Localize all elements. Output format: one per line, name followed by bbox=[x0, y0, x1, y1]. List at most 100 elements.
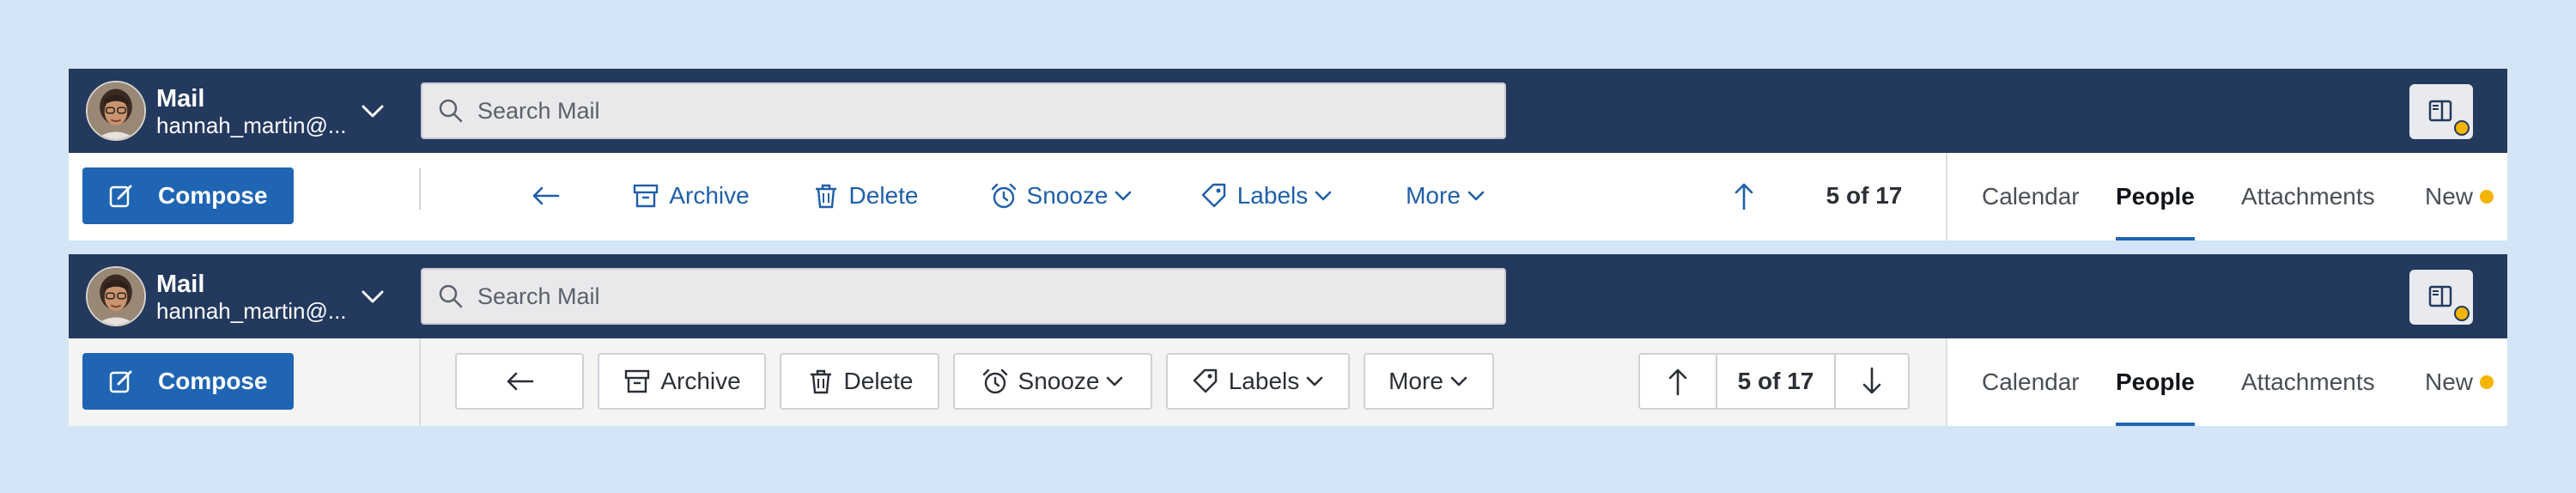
pager: 5 of 17 bbox=[1638, 353, 1910, 410]
side-panel-button[interactable] bbox=[2409, 270, 2473, 325]
arrow-left-icon bbox=[531, 181, 560, 210]
previous-message-button[interactable] bbox=[1714, 167, 1774, 224]
tab-attachments[interactable]: Attachments bbox=[2241, 338, 2375, 426]
side-panel-button[interactable] bbox=[2409, 84, 2473, 139]
account-menu-chevron-icon[interactable] bbox=[355, 280, 390, 314]
active-tab-indicator bbox=[2116, 423, 2195, 426]
search-input[interactable] bbox=[477, 283, 1422, 310]
compose-label: Compose bbox=[158, 182, 268, 209]
mail-toolbar-text-style: Mail hannah_martin@... Compose bbox=[69, 69, 2507, 240]
more-label: More bbox=[1406, 182, 1461, 209]
tag-icon bbox=[1200, 181, 1229, 210]
chevron-down-icon bbox=[1450, 372, 1469, 391]
side-panel-icon bbox=[2428, 285, 2452, 307]
divider bbox=[419, 338, 421, 426]
tag-icon bbox=[1191, 367, 1220, 396]
notification-dot bbox=[2454, 120, 2470, 136]
snooze-button[interactable]: Snooze bbox=[975, 167, 1147, 224]
more-button[interactable]: More bbox=[1379, 167, 1513, 224]
search-input[interactable] bbox=[477, 97, 1422, 125]
tab-label: People bbox=[2116, 368, 2195, 395]
tab-label: Attachments bbox=[2241, 183, 2375, 210]
tab-new[interactable]: New bbox=[2425, 153, 2494, 240]
side-tabs: Calendar People Attachments New bbox=[1946, 338, 2507, 426]
snooze-label: Snooze bbox=[1018, 368, 1100, 394]
tab-label: Calendar bbox=[1982, 183, 2080, 210]
arrow-left-icon bbox=[505, 367, 534, 396]
app-name: Mail bbox=[156, 85, 205, 113]
trash-icon bbox=[806, 367, 835, 396]
tab-label: People bbox=[2116, 183, 2195, 210]
archive-button[interactable]: Archive bbox=[598, 353, 766, 410]
previous-message-button[interactable] bbox=[1640, 355, 1716, 408]
message-position: 5 of 17 bbox=[1826, 182, 1903, 209]
app-header: Mail hannah_martin@... bbox=[69, 254, 2507, 338]
delete-label: Delete bbox=[843, 368, 914, 394]
delete-label: Delete bbox=[848, 182, 919, 209]
archive-label: Archive bbox=[669, 182, 750, 209]
chevron-down-icon bbox=[1115, 186, 1133, 205]
delete-button[interactable]: Delete bbox=[797, 167, 933, 224]
divider bbox=[1946, 153, 1947, 240]
tab-new[interactable]: New bbox=[2425, 338, 2494, 426]
trash-icon bbox=[811, 181, 841, 210]
archive-button[interactable]: Archive bbox=[618, 167, 762, 224]
new-badge-dot bbox=[2480, 375, 2494, 389]
labels-label: Labels bbox=[1228, 368, 1300, 394]
archive-icon bbox=[623, 367, 652, 396]
compose-button[interactable]: Compose bbox=[82, 167, 294, 224]
chevron-down-icon bbox=[1467, 186, 1486, 205]
tab-label: New bbox=[2425, 368, 2474, 395]
chevron-down-icon bbox=[1315, 186, 1334, 205]
side-tabs: Calendar People Attachments New bbox=[1946, 153, 2507, 240]
message-position: 5 of 17 bbox=[1737, 368, 1814, 394]
arrow-up-icon bbox=[1729, 181, 1759, 210]
account-email: hannah_martin@... bbox=[156, 298, 347, 324]
tab-calendar[interactable]: Calendar bbox=[1982, 338, 2080, 426]
delete-button[interactable]: Delete bbox=[780, 353, 939, 410]
alarm-clock-icon bbox=[989, 181, 1018, 210]
account-email: hannah_martin@... bbox=[156, 113, 347, 138]
back-button[interactable] bbox=[498, 167, 592, 224]
back-button[interactable] bbox=[455, 353, 584, 410]
search-icon bbox=[436, 282, 465, 311]
labels-button[interactable]: Labels bbox=[1166, 353, 1350, 410]
avatar[interactable] bbox=[86, 81, 146, 141]
divider bbox=[419, 168, 421, 210]
app-name: Mail bbox=[156, 271, 205, 298]
active-tab-indicator bbox=[2116, 237, 2195, 240]
alarm-clock-icon bbox=[981, 367, 1010, 396]
new-badge-dot bbox=[2480, 190, 2494, 204]
more-button[interactable]: More bbox=[1364, 353, 1494, 410]
tab-label: Calendar bbox=[1982, 368, 2080, 395]
tab-attachments[interactable]: Attachments bbox=[2241, 153, 2375, 240]
search-box[interactable] bbox=[421, 268, 1506, 325]
chevron-down-icon bbox=[1306, 372, 1325, 391]
labels-button[interactable]: Labels bbox=[1192, 167, 1341, 224]
next-message-button[interactable] bbox=[1836, 355, 1908, 408]
chevron-down-icon bbox=[1106, 372, 1125, 391]
compose-label: Compose bbox=[158, 368, 268, 394]
search-box[interactable] bbox=[421, 82, 1506, 139]
tab-label: New bbox=[2425, 183, 2474, 210]
snooze-button[interactable]: Snooze bbox=[953, 353, 1152, 410]
divider bbox=[1946, 338, 1947, 426]
tab-label: Attachments bbox=[2241, 368, 2375, 395]
compose-button[interactable]: Compose bbox=[82, 353, 294, 410]
more-label: More bbox=[1388, 368, 1443, 394]
snooze-label: Snooze bbox=[1026, 182, 1109, 209]
archive-label: Archive bbox=[660, 368, 741, 394]
mail-toolbar-button-style: Mail hannah_martin@... Compose bbox=[69, 254, 2507, 426]
compose-icon bbox=[108, 367, 137, 396]
tab-people[interactable]: People bbox=[2116, 338, 2195, 426]
account-menu-chevron-icon[interactable] bbox=[355, 94, 390, 129]
side-panel-icon bbox=[2428, 100, 2452, 122]
labels-label: Labels bbox=[1236, 182, 1309, 209]
arrow-down-icon bbox=[1862, 367, 1881, 394]
tab-calendar[interactable]: Calendar bbox=[1982, 153, 2080, 240]
tab-people[interactable]: People bbox=[2116, 153, 2195, 240]
search-icon bbox=[436, 96, 465, 125]
archive-icon bbox=[631, 181, 660, 210]
avatar[interactable] bbox=[86, 266, 146, 326]
app-header: Mail hannah_martin@... bbox=[69, 69, 2507, 153]
